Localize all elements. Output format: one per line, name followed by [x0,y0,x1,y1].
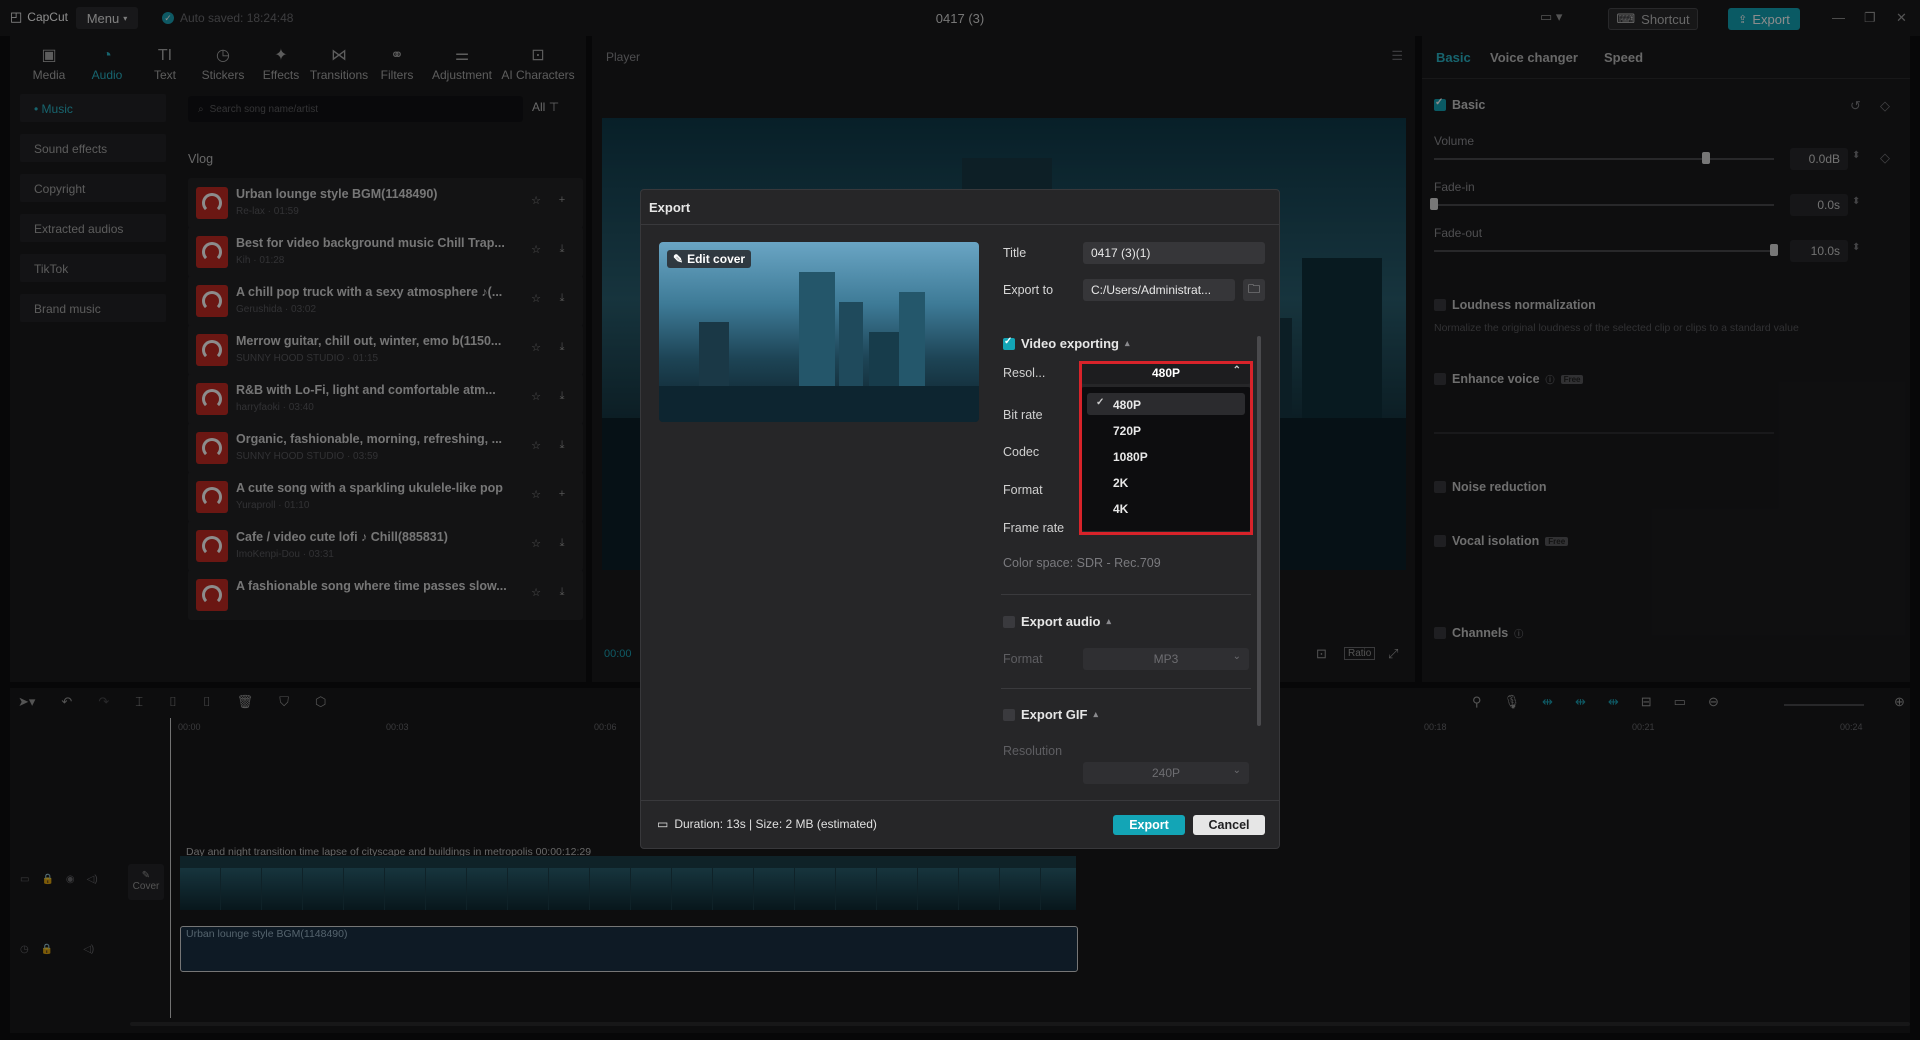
edit-cover-button[interactable]: ✎ Edit cover [667,250,752,268]
checkbox-icon [1003,336,1015,350]
export-to-label: Export to [1003,283,1054,297]
divider [641,800,1279,801]
film-icon: ▭ [657,817,669,831]
audio-format-value: MP3 [1153,652,1179,666]
gif-resolution-select: 240P ⌄ [1083,762,1249,784]
edit-icon: ✎ [673,252,684,266]
framerate-label: Frame rate [1003,521,1065,535]
folder-icon[interactable]: 🗀 [1243,279,1265,301]
section-label: Video exporting [1021,336,1119,351]
export-gif-section[interactable]: Export GIF ▴ [1003,707,1098,722]
caret-up-icon: ▴ [1093,709,1098,719]
export-path-input[interactable]: C:/Users/Administrat... [1083,279,1235,301]
checkbox-icon [1003,615,1015,628]
edit-cover-label: Edit cover [687,252,746,266]
dialog-title: Export [649,200,691,215]
divider [641,224,1279,225]
bitrate-label: Bit rate [1003,408,1043,422]
codec-label: Codec [1003,445,1040,459]
audio-format-label: Format [1003,652,1043,666]
caret-up-icon: ▴ [1125,338,1130,348]
cover-thumbnail[interactable]: ✎ Edit cover [659,242,979,422]
colorspace-label: Color space: SDR - Rec.709 [1003,556,1161,570]
title-input[interactable]: 0417 (3)(1) [1083,242,1265,264]
export-dialog: Export ✎ Edit cover Title 0417 (3)(1) Ex… [640,189,1280,849]
annotation-highlight-box [1079,361,1253,535]
divider [1001,688,1251,689]
gif-resolution-label: Resolution [1003,744,1063,758]
chevron-down-icon: ⌄ [1232,765,1241,776]
audio-format-select: MP3 ⌄ [1083,648,1249,670]
video-exporting-section[interactable]: Video exporting ▴ [1003,336,1130,351]
export-audio-section[interactable]: Export audio ▴ [1003,614,1111,629]
export-button[interactable]: Export [1113,815,1185,835]
section-label: Export GIF [1021,707,1088,722]
gif-resolution-value: 240P [1151,766,1181,780]
checkbox-icon [1003,708,1015,721]
divider [1001,594,1251,595]
title-label: Title [1003,246,1027,260]
caret-up-icon: ▴ [1106,616,1111,626]
dialog-scrollbar[interactable] [1257,336,1261,726]
chevron-down-icon: ⌄ [1232,651,1241,662]
resolution-label: Resol... [1003,366,1046,380]
export-summary-text: Duration: 13s | Size: 2 MB (estimated) [674,817,877,831]
cancel-button[interactable]: Cancel [1193,815,1265,835]
section-label: Export audio [1021,614,1101,629]
export-summary: ▭ Duration: 13s | Size: 2 MB (estimated) [657,817,877,831]
format-label: Format [1003,483,1043,497]
